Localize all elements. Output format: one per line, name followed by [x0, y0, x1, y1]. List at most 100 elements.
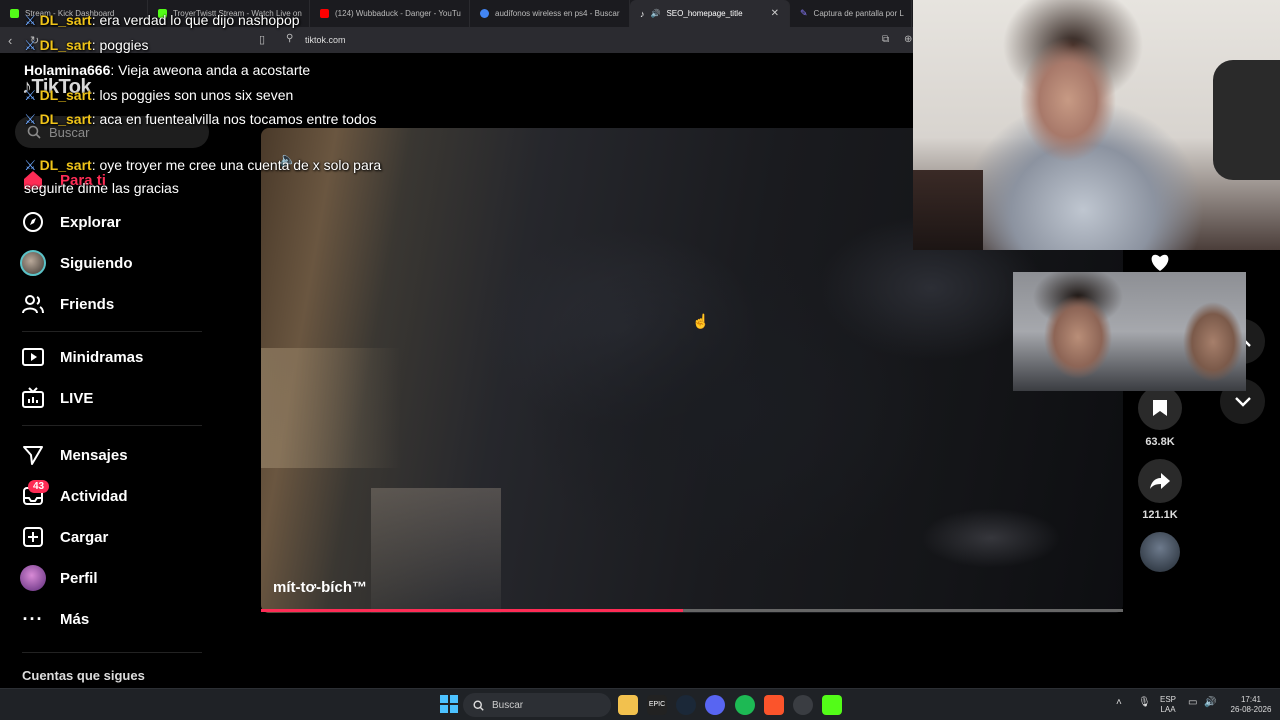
tray-chevron-up-icon[interactable]: ˄	[1116, 698, 1122, 708]
chat-message: ⚔ DL_sart: poggies	[24, 37, 149, 53]
tab-google-search[interactable]: audífonos wireless en ps4 - Buscar	[470, 0, 630, 27]
spotify-icon[interactable]	[735, 695, 755, 715]
heart-icon	[1151, 254, 1169, 271]
chat-message: ⚔ DL_sart: aca en fuentealvilla nos tocam…	[24, 111, 377, 127]
brave-browser-icon[interactable]	[764, 695, 784, 715]
kick-app-icon[interactable]	[822, 695, 842, 715]
clock[interactable]: 17:41 26-08-2026	[1226, 695, 1276, 715]
tab-label: Captura de pantalla por L	[813, 9, 904, 18]
chat-message: ⚔ DL_sart: era verdad lo que dijo nashopo…	[24, 12, 300, 28]
obs-icon[interactable]	[793, 695, 813, 715]
sidebar-item-live[interactable]: LIVE	[20, 384, 93, 412]
tab-label: audífonos wireless en ps4 - Buscar	[495, 9, 620, 18]
sidebar-item-mas[interactable]: ··· Más	[20, 605, 90, 633]
sidebar-item-friends[interactable]: Friends	[20, 290, 114, 318]
sidebar-item-label: Mensajes	[60, 446, 128, 464]
chat-username: DL_sart	[39, 87, 92, 103]
discord-icon[interactable]	[705, 695, 725, 715]
close-tab-icon[interactable]: ✕	[771, 8, 779, 19]
webcam-background-object	[1213, 60, 1280, 180]
tab-screenshot[interactable]: ✎ Captura de pantalla por L	[790, 0, 912, 27]
speaker-icon: 🔊	[650, 9, 661, 18]
bookmark-icon	[1153, 400, 1167, 416]
video-frame-light	[921, 508, 1061, 568]
sidebar-divider	[22, 425, 202, 426]
sidebar-item-label: Friends	[60, 295, 115, 313]
tab-label: SEO_homepage_title	[666, 9, 743, 18]
sidebar-item-minidramas[interactable]: Minidramas	[20, 343, 143, 371]
sidebar-item-label: Actividad	[60, 487, 128, 505]
sidebar-divider	[22, 331, 202, 332]
live-tv-icon	[20, 385, 46, 411]
language-indicator[interactable]: ESP LAA	[1160, 695, 1176, 715]
sidebar-item-label: Más	[60, 610, 90, 628]
bookmark-button[interactable]: 63.8K	[1137, 386, 1183, 448]
taskbar-search[interactable]: Buscar	[463, 693, 611, 717]
back-icon[interactable]: ‹	[8, 33, 22, 48]
clock-time: 17:41	[1240, 695, 1262, 704]
bookmark-circle	[1138, 386, 1182, 430]
video-caption[interactable]: mít-tơ-bích™	[273, 579, 367, 596]
upload-icon	[20, 524, 46, 550]
bookmark-count: 63.8K	[1145, 436, 1175, 448]
screen: Stream - Kick Dashboard TroyerTwistt Str…	[0, 0, 1280, 720]
moderator-sword-icon: ⚔	[24, 12, 37, 28]
chat-username: DL_sart	[39, 12, 92, 28]
sidebar-item-mensajes[interactable]: Mensajes	[20, 441, 128, 469]
sidebar-item-label: Siguiendo	[60, 254, 133, 272]
picture-in-picture-video	[1013, 272, 1246, 391]
chat-message: Holamina666: Vieja aweona anda a acostar…	[24, 62, 311, 78]
layout-code: LAA	[1160, 705, 1176, 714]
video-progress-bar[interactable]	[261, 609, 1123, 612]
compass-icon	[20, 209, 46, 235]
sidebar-item-explorar[interactable]: Explorar	[20, 208, 121, 236]
chat-username: DL_sart	[39, 157, 92, 173]
chat-text: Vieja aweona anda a acostarte	[118, 62, 311, 78]
pen-favicon-icon: ✎	[800, 8, 808, 18]
chat-text: aca en fuentealvilla nos tocamos entre t…	[99, 111, 377, 127]
sidebar-item-label: Cargar	[60, 528, 109, 546]
video-progress-fill	[261, 609, 684, 612]
sidebar-item-siguiendo[interactable]: Siguiendo	[20, 249, 133, 277]
chat-text: poggies	[99, 37, 149, 53]
mouse-cursor-icon: ☝	[692, 313, 710, 329]
tab-tiktok[interactable]: ♪ 🔊 SEO_homepage_title ✕	[630, 0, 790, 27]
streamer-webcam	[913, 0, 1280, 250]
profile-avatar-icon	[20, 565, 46, 591]
epic-games-icon[interactable]: EPIC	[647, 695, 667, 715]
moderator-sword-icon: ⚔	[24, 157, 37, 173]
microphone-icon[interactable]: 🎙	[1138, 698, 1151, 708]
volume-icon[interactable]: 🔊	[1204, 698, 1216, 708]
send-icon	[20, 442, 46, 468]
more-icon: ···	[22, 608, 44, 629]
windows-start-icon[interactable]	[440, 695, 460, 715]
like-button[interactable]	[1137, 252, 1183, 272]
chat-message: ⚔ DL_sart: oye troyer me cree una cuenta …	[24, 157, 382, 196]
network-icon[interactable]: ▭	[1188, 698, 1197, 708]
activity-badge: 43	[28, 480, 50, 493]
translate-icon[interactable]: ⧉	[882, 34, 889, 45]
chevron-down-icon	[1234, 396, 1251, 407]
chat-username: Holamina666	[24, 62, 111, 78]
sidebar-item-cargar[interactable]: Cargar	[20, 523, 108, 551]
sidebar-item-label: Perfil	[60, 569, 98, 587]
steam-icon[interactable]	[676, 695, 696, 715]
video-frame-light	[261, 348, 401, 468]
sidebar-item-label: Minidramas	[60, 348, 144, 366]
file-explorer-icon[interactable]	[618, 695, 638, 715]
kick-favicon-icon	[10, 9, 19, 18]
video-frame-light	[371, 488, 501, 613]
taskbar: Buscar EPIC ˄ 🎙 ESP LAA ▭ 🔊 17:41 26-08-…	[0, 688, 1280, 720]
share-button[interactable]: 121.1K	[1137, 459, 1183, 521]
following-avatar-icon	[20, 250, 46, 276]
moderator-sword-icon: ⚔	[24, 87, 37, 103]
minidramas-icon	[20, 344, 46, 370]
language-code: ESP	[1160, 695, 1177, 704]
zoom-icon[interactable]: ⊕	[904, 34, 912, 45]
chat-username: DL_sart	[39, 37, 92, 53]
creator-avatar[interactable]	[1140, 532, 1180, 572]
sidebar-item-perfil[interactable]: Perfil	[20, 564, 98, 592]
sidebar-item-label: LIVE	[60, 389, 94, 407]
chat-text: era verdad lo que dijo nashopop	[99, 12, 300, 28]
google-favicon-icon	[480, 9, 489, 18]
